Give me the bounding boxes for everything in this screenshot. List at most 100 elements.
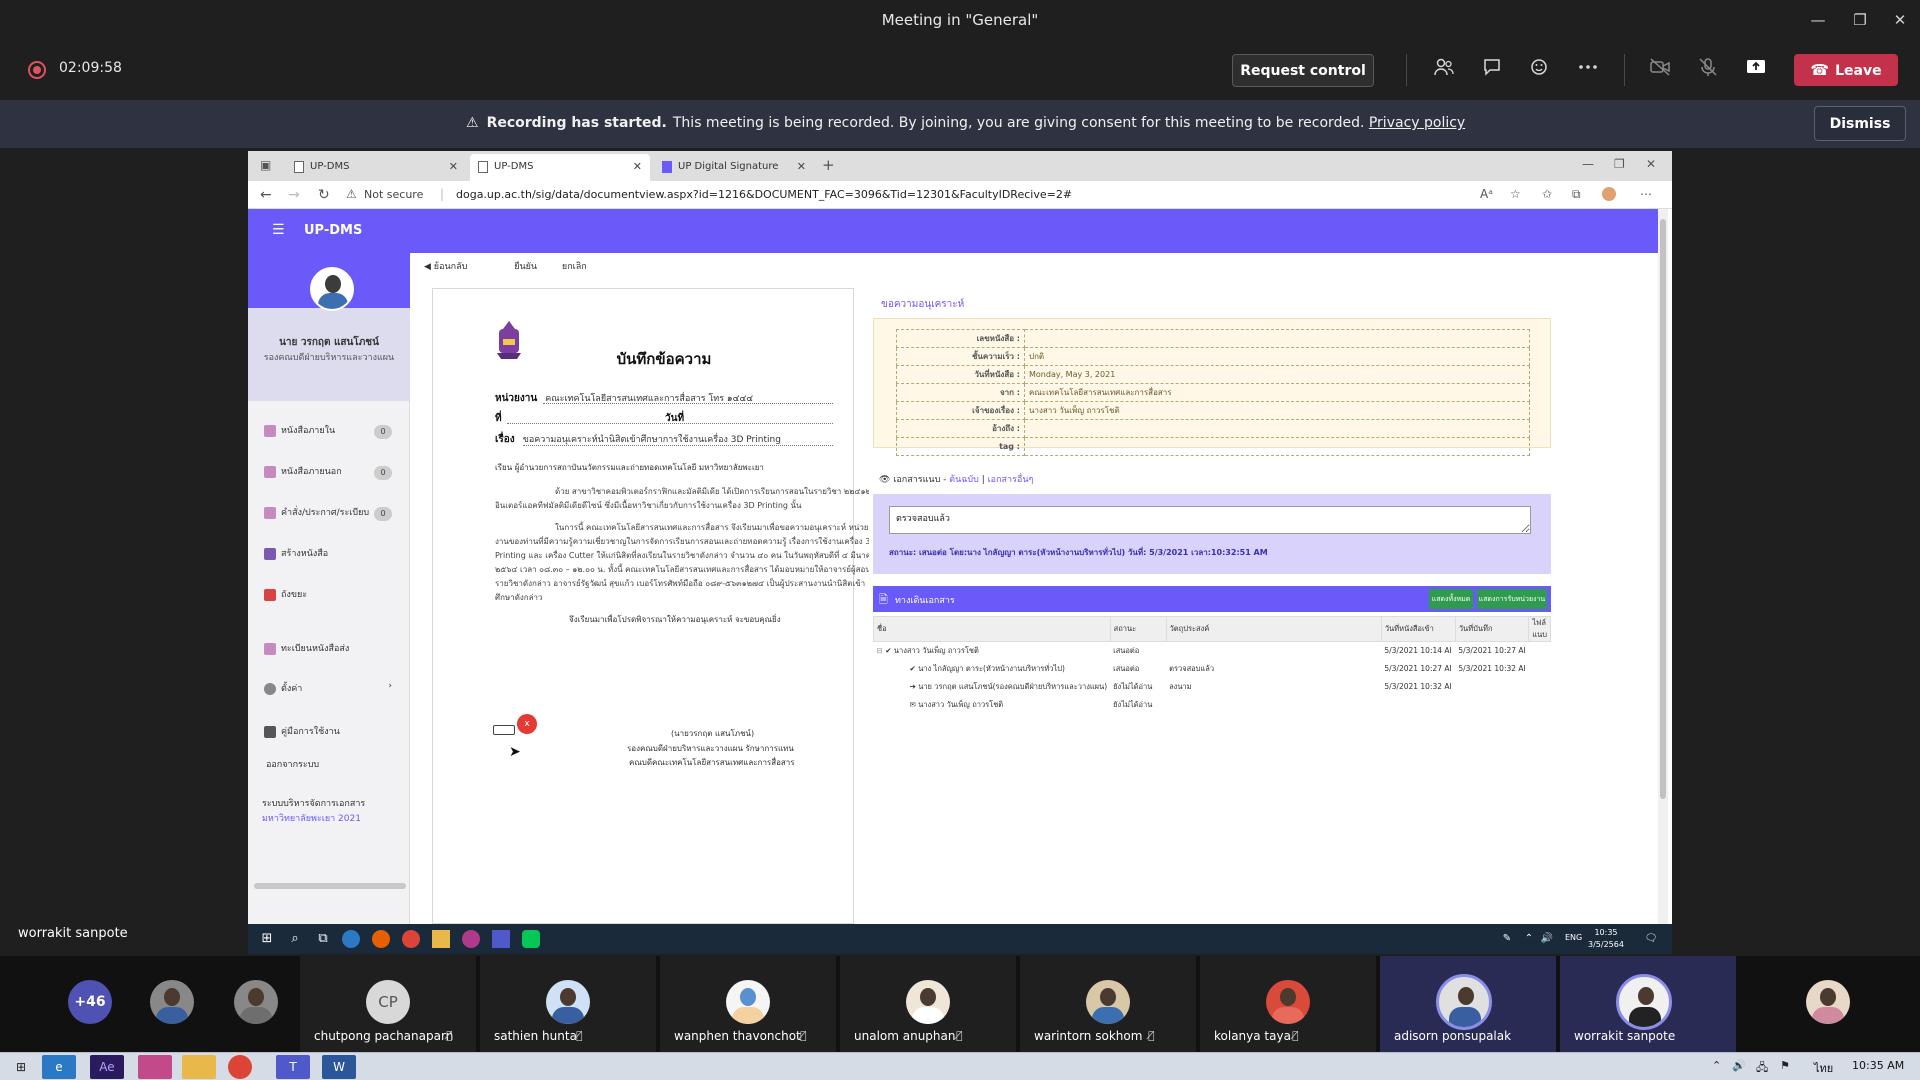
table-row[interactable]: ✔ นาง ไกลัญญา ตาระ(หัวหน้างานบริหารทั่วไ… (874, 660, 1551, 678)
browser-tab-2-active[interactable]: UP-DMS ✕ (470, 154, 650, 181)
browser-tab-1[interactable]: UP-DMS ✕ (286, 154, 466, 181)
collections-icon[interactable]: ⧉ (1572, 187, 1581, 202)
line-icon[interactable] (522, 930, 540, 948)
sidebar-item-external-letters[interactable]: หนังสือภายนอก 0 (264, 464, 404, 484)
back-icon[interactable]: ← (260, 187, 272, 203)
leave-button[interactable]: ☎ Leave (1794, 54, 1898, 86)
volume-icon[interactable]: 🔊 (1732, 1059, 1746, 1072)
ie-icon[interactable]: e (42, 1055, 76, 1079)
minimize-button[interactable]: — (1806, 8, 1830, 32)
network-icon[interactable]: 🖧 (1756, 1059, 1768, 1078)
browser-minimize[interactable]: — (1582, 157, 1594, 171)
request-control-button[interactable]: Request control (1232, 54, 1374, 87)
search-icon[interactable]: ⌕ (286, 930, 304, 948)
teams-icon[interactable] (492, 930, 510, 948)
participant-tile[interactable]: unalom anuphan 🎙̸ (840, 956, 1016, 1052)
windows-start-icon[interactable]: ⊞ (4, 1055, 38, 1079)
notifications-icon[interactable]: 🗨 (1642, 930, 1660, 948)
flag-icon[interactable]: ⚑ (1780, 1059, 1790, 1072)
signature-field[interactable] (493, 725, 515, 735)
table-row[interactable]: ⊟ ✔ นางสาว วันเพ็ญ ถาวรโชติ เสนอต่อ 5/3/… (874, 642, 1551, 660)
collapse-icon[interactable]: ⊟ (877, 646, 883, 655)
windows-start-icon[interactable]: ⊞ (258, 930, 276, 948)
dismiss-button[interactable]: Dismiss (1814, 106, 1906, 141)
reactions-icon[interactable] (1526, 56, 1554, 84)
tab-actions-icon[interactable]: ▣ (260, 158, 271, 172)
reload-icon[interactable]: ↻ (318, 187, 330, 203)
confirm-button[interactable]: ยืนยัน (514, 262, 537, 272)
favorites-icon[interactable]: ✩ (1542, 187, 1552, 201)
share-screen-icon[interactable] (1742, 56, 1770, 84)
close-tab-icon[interactable]: ✕ (449, 160, 458, 173)
close-tab-icon[interactable]: ✕ (797, 160, 806, 173)
cancel-button[interactable]: ยกเลิก (562, 262, 587, 272)
participant-tile[interactable]: warintorn sokhom 🎙̸ (1020, 956, 1196, 1052)
app-icon[interactable] (462, 930, 480, 948)
read-aloud-icon[interactable]: Aᵃ (1480, 187, 1493, 201)
sidebar-item-orders[interactable]: คำสั่ง/ประกาศ/ระเบียบ 0 (264, 505, 404, 525)
other-documents-link[interactable]: เอกสารอื่นๆ (988, 475, 1034, 485)
participant-avatar[interactable] (1806, 980, 1850, 1024)
participant-tile-speaking[interactable]: worrakit sanpote (1560, 956, 1736, 1052)
hamburger-icon[interactable]: ☰ (272, 222, 285, 238)
participant-avatar[interactable] (234, 980, 278, 1024)
participant-tile[interactable]: CP chutpong pachanaparn 🎙̸ (300, 956, 476, 1052)
word-icon[interactable]: W (322, 1055, 356, 1079)
tray-chevron-icon[interactable]: ⌃ (1712, 1059, 1721, 1072)
participant-tile[interactable]: kolanya taya 🎙̸ (1200, 956, 1376, 1052)
edge-icon[interactable] (342, 930, 360, 948)
sidebar-item-trash[interactable]: ถังขยะ (264, 587, 404, 607)
browser-tab-3[interactable]: UP Digital Signature ✕ (654, 154, 814, 181)
sidebar-item-logout[interactable]: ออกจากระบบ (266, 757, 406, 777)
sidebar-item-settings[interactable]: ตั้งค่า › (264, 681, 404, 701)
back-button[interactable]: ◀ ย้อนกลับ (424, 262, 489, 272)
sidebar-item-manual[interactable]: คู่มือการใช้งาน (264, 724, 404, 744)
close-tab-icon[interactable]: ✕ (633, 160, 642, 173)
sidebar-item-sent-register[interactable]: ทะเบียนหนังสือส่ง (264, 641, 404, 661)
forward-icon[interactable]: → (288, 187, 300, 203)
task-view-icon[interactable]: ⧉ (314, 930, 332, 948)
signature-badge[interactable]: x (517, 714, 537, 734)
chat-icon[interactable] (1478, 56, 1506, 84)
restore-button[interactable]: ❐ (1848, 8, 1872, 32)
main-scrollbar[interactable] (1658, 209, 1668, 924)
close-button[interactable]: ✕ (1888, 8, 1912, 32)
url-field[interactable]: doga.up.ac.th/sig/data/documentview.aspx… (456, 188, 1072, 201)
settings-more-icon[interactable]: ⋯ (1640, 187, 1652, 201)
file-explorer-icon[interactable] (182, 1055, 216, 1079)
original-link[interactable]: ต้นฉบับ (949, 475, 979, 485)
participant-tile[interactable]: sathien hunta 🎙̸ (480, 956, 656, 1052)
more-participants-button[interactable]: +46 (68, 980, 112, 1024)
comment-input[interactable]: ตรวจสอบแล้ว (889, 506, 1531, 534)
chrome-icon[interactable] (402, 930, 420, 948)
volume-icon[interactable]: 🔊 (1538, 930, 1556, 948)
local-language[interactable]: ไทย (1814, 1059, 1833, 1077)
app-icon[interactable] (138, 1055, 172, 1079)
people-icon[interactable] (1430, 56, 1458, 84)
profile-icon[interactable] (1602, 187, 1616, 201)
remote-language[interactable]: ENG (1565, 933, 1582, 942)
more-options-icon[interactable] (1574, 56, 1602, 84)
pen-icon[interactable]: ✎ (1498, 930, 1516, 948)
scrollbar-thumb[interactable] (1660, 219, 1666, 799)
after-effects-icon[interactable]: Ae (90, 1055, 124, 1079)
browser-restore[interactable]: ❐ (1614, 157, 1625, 171)
camera-off-icon[interactable] (1646, 56, 1674, 84)
participant-tile-speaking[interactable]: adisorn ponsupalak (1380, 956, 1556, 1052)
sidebar-item-create-letter[interactable]: สร้างหนังสือ (264, 546, 404, 566)
show-all-button[interactable]: แสดงทั้งหมด (1429, 589, 1473, 609)
table-row[interactable]: ✉ นางสาว วันเพ็ญ ถาวรโชติ ยังไม่ได้อ่าน (874, 696, 1551, 714)
mic-off-icon[interactable] (1694, 56, 1722, 84)
sidebar-scrollbar[interactable] (254, 883, 406, 889)
teams-icon[interactable]: T (276, 1055, 310, 1079)
new-tab-button[interactable]: + (822, 156, 835, 174)
participant-avatar[interactable] (150, 980, 194, 1024)
privacy-policy-link[interactable]: Privacy policy (1369, 115, 1465, 131)
show-agency-button[interactable]: แสดงการรับหน่วยงาน (1477, 589, 1547, 609)
sidebar-item-internal-letters[interactable]: หนังสือภายใน 0 (264, 423, 404, 443)
tray-chevron-icon[interactable]: ⌃ (1520, 930, 1538, 948)
table-row[interactable]: ➔ นาย วรกฤต แสนโภชน์(รองคณบดีฝ่ายบริหารแ… (874, 678, 1551, 696)
participant-tile[interactable]: wanphen thavonchot 🎙̸ (660, 956, 836, 1052)
add-favorite-icon[interactable]: ☆ (1510, 187, 1521, 201)
file-explorer-icon[interactable] (432, 930, 450, 948)
